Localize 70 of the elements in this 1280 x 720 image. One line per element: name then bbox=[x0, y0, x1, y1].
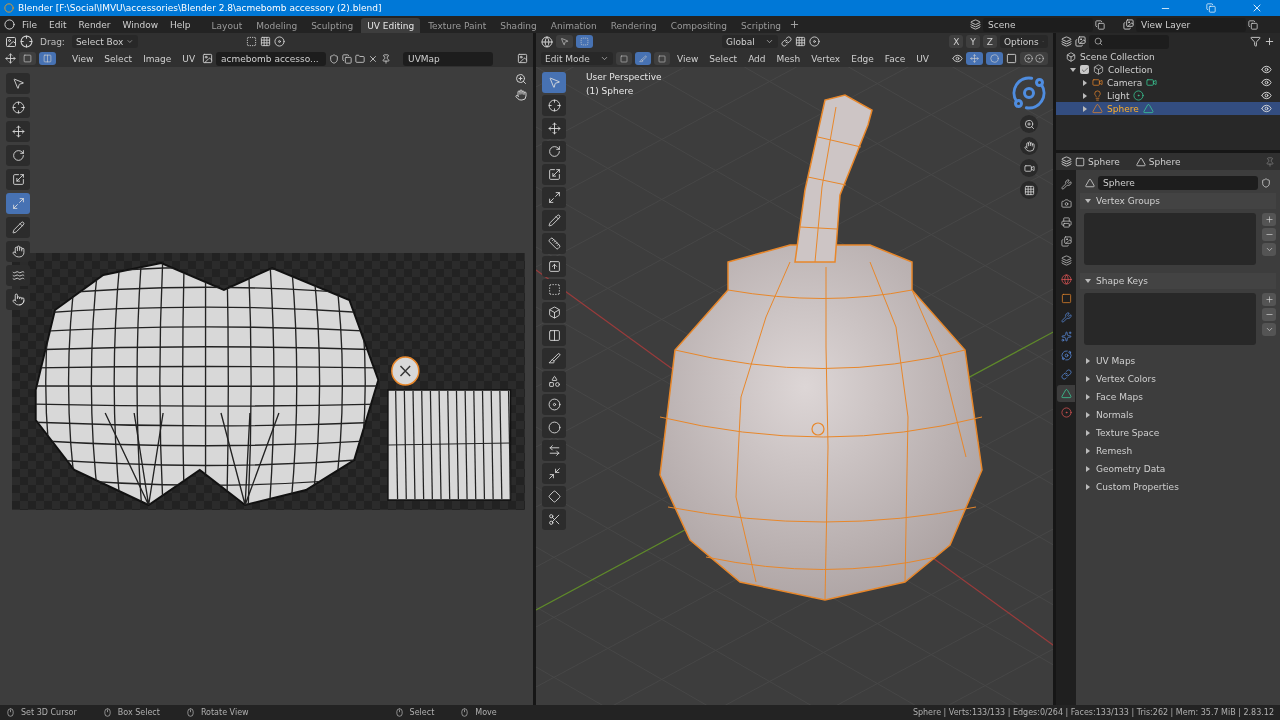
panel-header[interactable]: UV Maps bbox=[1080, 353, 1276, 369]
menu-item[interactable]: Window bbox=[117, 18, 164, 31]
outliner-item-label[interactable]: Light bbox=[1107, 90, 1130, 101]
outliner-row[interactable]: Collection bbox=[1056, 63, 1280, 76]
scene-statistics: Sphere | Verts:133/133 | Edges:0/264 | Faces:133/133 | Tris:262 | Mem: 35.7 MiB | 2.83.12 bbox=[912, 708, 1274, 717]
mirror-axis-toggle[interactable]: Y bbox=[966, 35, 980, 48]
workspace-tab[interactable]: Layout bbox=[205, 18, 249, 33]
status-hint: Move bbox=[475, 708, 497, 717]
workspace-tab[interactable]: Rendering bbox=[604, 18, 663, 33]
panel-header[interactable]: Face Maps bbox=[1080, 389, 1276, 405]
header-menu[interactable]: UV bbox=[912, 53, 933, 64]
panel-header[interactable]: Shape Keys bbox=[1080, 273, 1276, 289]
mode-dropdown[interactable]: Edit Mode bbox=[541, 52, 613, 65]
menu-item[interactable]: Help bbox=[165, 18, 196, 31]
panel-header[interactable]: Normals bbox=[1080, 407, 1276, 423]
header-menu[interactable]: View bbox=[673, 53, 703, 64]
header-menu[interactable]: Select bbox=[705, 53, 742, 64]
header-menu[interactable]: Image bbox=[139, 53, 176, 64]
mirror-axis-toggle[interactable]: X bbox=[949, 35, 964, 48]
outliner-item-label[interactable]: Camera bbox=[1107, 77, 1143, 88]
header-menu[interactable]: Mesh bbox=[772, 53, 805, 64]
workspace-tab[interactable]: Animation bbox=[544, 18, 603, 33]
header-menu[interactable]: Add bbox=[744, 53, 770, 64]
outliner-row[interactable]: Sphere bbox=[1056, 102, 1280, 115]
status-hint: Rotate View bbox=[200, 708, 249, 717]
menu-item[interactable]: Render bbox=[73, 18, 116, 31]
menu-item[interactable]: File bbox=[17, 18, 43, 31]
workspace-tab[interactable]: Texture Paint bbox=[422, 18, 493, 33]
panel-header[interactable]: Geometry Data bbox=[1080, 461, 1276, 477]
workspace-tab[interactable]: Scripting bbox=[735, 18, 788, 33]
window-title: Blender [F:\Social\IMVU\accessories\Blender 2.8\acmebomb accessory (2).blend] bbox=[18, 3, 383, 13]
mesh-name-field[interactable]: Sphere bbox=[1098, 175, 1258, 190]
status-hint: Set 3D Cursor bbox=[21, 708, 77, 717]
orientation-dropdown[interactable]: Global bbox=[722, 35, 779, 48]
mirror-axis-toggle[interactable]: Z bbox=[982, 35, 997, 48]
viewport-info-text: User Perspective bbox=[586, 72, 662, 82]
outliner-row[interactable]: Camera bbox=[1056, 76, 1280, 89]
panel-header[interactable]: Vertex Colors bbox=[1080, 371, 1276, 387]
panel-header[interactable]: Remesh bbox=[1080, 443, 1276, 459]
status-hint: Select bbox=[409, 708, 435, 717]
outliner-item-label[interactable]: Collection bbox=[1108, 64, 1153, 75]
outliner-item-label[interactable]: Sphere bbox=[1107, 103, 1139, 114]
image-name-field[interactable]: acmebomb accesso... bbox=[216, 51, 327, 66]
panel-header[interactable]: Custom Properties bbox=[1080, 479, 1276, 495]
outliner-row[interactable]: Light bbox=[1056, 89, 1280, 102]
viewport-info-text: (1) Sphere bbox=[586, 86, 635, 96]
header-menu[interactable]: Face bbox=[880, 53, 910, 64]
panel-header[interactable]: Texture Space bbox=[1080, 425, 1276, 441]
workspace-tab[interactable]: Modeling bbox=[250, 18, 304, 33]
workspace-tab[interactable]: Sculpting bbox=[305, 18, 360, 33]
outliner-item-label[interactable]: Scene Collection bbox=[1080, 51, 1272, 62]
status-hint: Box Select bbox=[117, 708, 160, 717]
workspace-tab[interactable]: Compositing bbox=[664, 18, 734, 33]
object-name-text: Sphere bbox=[1088, 156, 1120, 167]
header-menu[interactable]: UV bbox=[178, 53, 200, 64]
options-dropdown[interactable]: Options bbox=[1000, 35, 1048, 48]
header-menu[interactable]: Edge bbox=[847, 53, 878, 64]
uv-map-field[interactable]: UVMap bbox=[403, 51, 494, 66]
data-name-text: Sphere bbox=[1148, 156, 1181, 167]
workspace-tab[interactable]: Shading bbox=[494, 18, 543, 33]
header-menu[interactable]: View bbox=[68, 53, 98, 64]
header-menu[interactable]: Vertex bbox=[807, 53, 845, 64]
drag-mode-dropdown[interactable]: Select Box bbox=[71, 35, 138, 48]
drag-label: Drag: bbox=[39, 36, 66, 47]
header-menu[interactable]: Select bbox=[100, 53, 137, 64]
panel-header[interactable]: Vertex Groups bbox=[1080, 193, 1276, 209]
menu-item[interactable]: Edit bbox=[44, 18, 72, 31]
view-layer-field[interactable]: View Layer bbox=[1136, 17, 1246, 32]
scene-field[interactable]: Scene bbox=[983, 17, 1093, 32]
workspace-tab[interactable]: UV Editing bbox=[361, 18, 421, 33]
